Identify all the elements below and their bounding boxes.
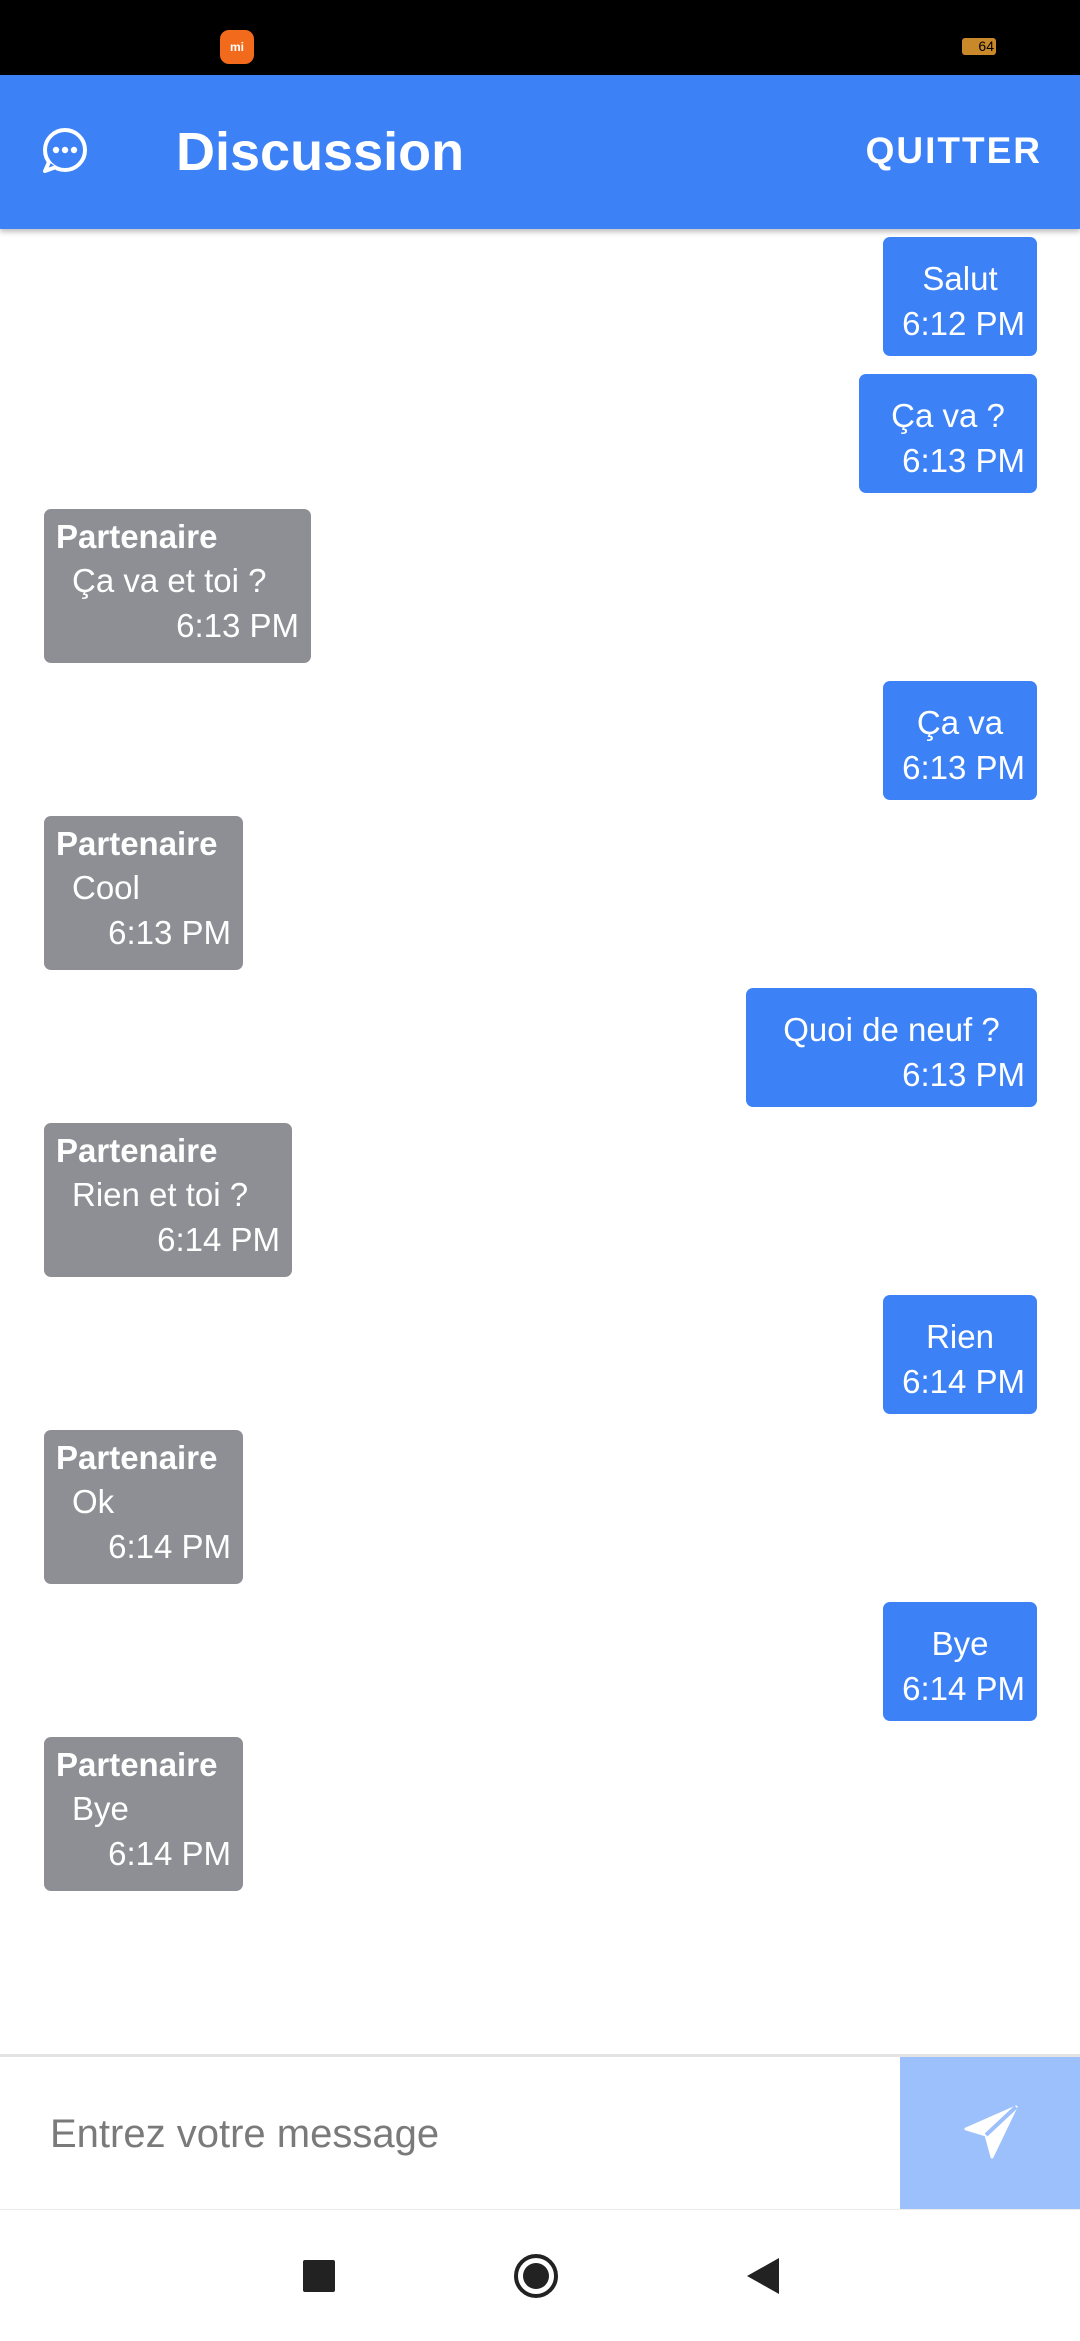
message-text: Ça va ? [891,397,1005,434]
outgoing-message: Rien 6:14 PM [883,1295,1037,1414]
message-time: 6:14 PM [157,1221,280,1258]
message-sender: Partenaire [56,1132,218,1169]
chat-bubble-icon [43,128,87,173]
message-text: Ok [72,1483,115,1520]
message-text: Bye [931,1625,989,1662]
message-composer [0,2054,1080,2212]
message-sender: Partenaire [56,1746,218,1783]
message-text: Rien et toi ? [72,1176,249,1213]
send-icon [964,2105,1018,2159]
incoming-message: Partenaire Bye 6:14 PM [44,1737,243,1891]
message-list[interactable]: Salut 6:12 PM Ça va ? 6:13 PM Partenaire… [0,229,1080,2054]
message-text: Salut [922,260,998,297]
message-time: 6:14 PM [902,1670,1025,1707]
triangle-back-icon[interactable] [745,2256,781,2296]
outgoing-message: Ça va ? 6:13 PM [859,374,1037,493]
outgoing-message: Ça va 6:13 PM [883,681,1037,800]
message-time: 6:13 PM [108,914,231,951]
mi-app-icon: mi [220,30,254,64]
message-sender: Partenaire [56,518,218,555]
message-text: Quoi de neuf ? [783,1011,1000,1048]
message-time: 6:14 PM [108,1528,231,1565]
system-nav-bar [0,2209,1080,2341]
incoming-message: Partenaire Rien et toi ? 6:14 PM [44,1123,292,1277]
quit-button[interactable]: QUITTER [866,125,1042,177]
message-time: 6:13 PM [176,607,299,644]
battery-icon: 64 [962,38,996,55]
message-time: 6:14 PM [902,1363,1025,1400]
send-button[interactable] [900,2057,1080,2212]
outgoing-message: Quoi de neuf ? 6:13 PM [746,988,1037,1107]
message-input[interactable] [0,2057,900,2212]
message-text: Ça va [916,704,1004,741]
incoming-message: Partenaire Ok 6:14 PM [44,1430,243,1584]
page-title: Discussion [176,122,465,182]
app-bar: Discussion QUITTER [0,75,1080,229]
incoming-message: Partenaire Cool 6:13 PM [44,816,243,970]
circle-icon[interactable] [513,2253,559,2299]
message-time: 6:13 PM [902,442,1025,479]
message-text: Rien [926,1318,994,1355]
message-time: 6:13 PM [902,1056,1025,1093]
message-time: 6:13 PM [902,749,1025,786]
outgoing-message: Bye 6:14 PM [883,1602,1037,1721]
square-icon[interactable] [303,2260,335,2292]
message-time: 6:12 PM [902,305,1025,342]
message-text: Ça va et toi ? [72,562,267,599]
message-text: Cool [72,869,140,906]
incoming-message: Partenaire Ça va et toi ? 6:13 PM [44,509,311,663]
status-bar: mi 64 [0,0,1080,75]
message-time: 6:14 PM [108,1835,231,1872]
outgoing-message: Salut 6:12 PM [883,237,1037,356]
message-sender: Partenaire [56,825,218,862]
message-text: Bye [72,1790,129,1827]
message-sender: Partenaire [56,1439,218,1476]
